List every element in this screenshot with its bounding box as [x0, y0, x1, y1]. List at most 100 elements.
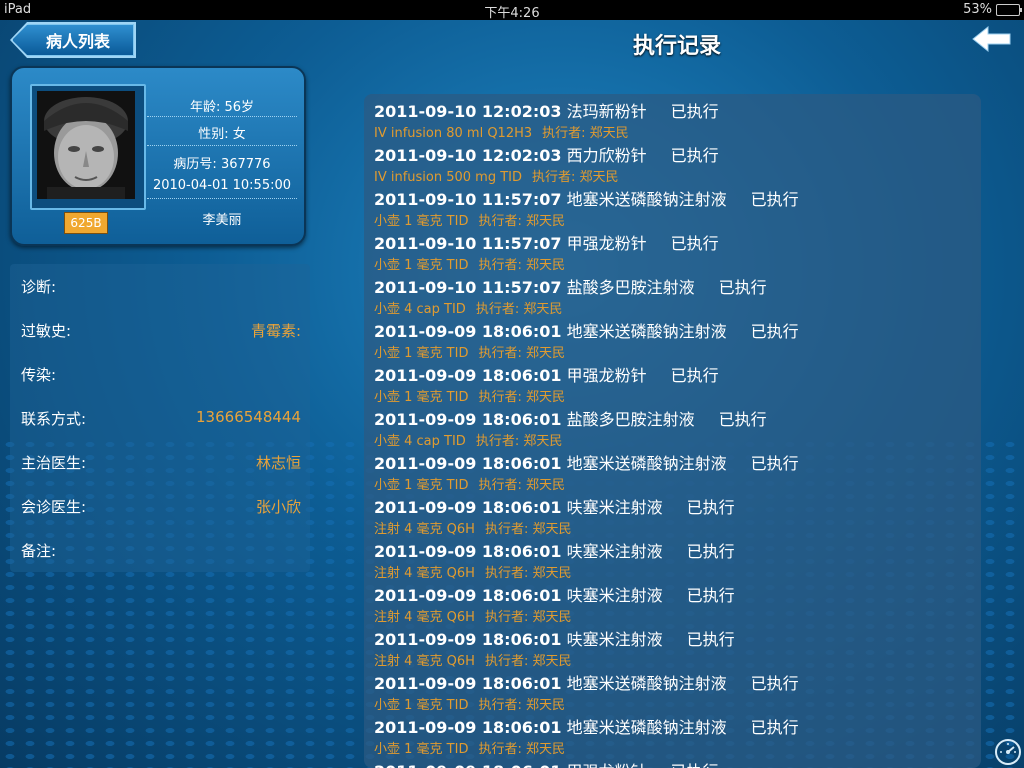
record-time: 2011-09-09 18:06:01	[374, 498, 562, 517]
record-executor: 执行者: 郑天民	[478, 390, 565, 405]
record-row[interactable]: 2011-09-10 12:02:03 西力欣粉针 已执行 IV infusion …	[374, 140, 974, 185]
record-sub-line: 注射 4 毫克 Q6H 执行者: 郑天民	[374, 606, 571, 625]
patient-card[interactable]: 625B 年龄: 56岁 性别: 女 病历号: 367776 2010-04-0…	[10, 66, 306, 246]
record-drug: 呋塞米注射液	[566, 586, 663, 605]
execution-records-list[interactable]: 2011-09-10 12:02:03 法玛新粉针 已执行 IV infusion …	[364, 94, 981, 768]
record-status: 已执行	[718, 278, 767, 297]
record-main-line: 2011-09-09 18:06:01 呋塞米注射液 已执行	[374, 494, 735, 518]
record-dosage: 小壶 1 毫克 TID	[374, 258, 469, 273]
detail-row-consulting-doctor: 会诊医生: 张小欣	[21, 484, 301, 528]
record-main-line: 2011-09-09 18:06:01 地塞米送磷酸钠注射液 已执行	[374, 670, 799, 694]
age-value: 56岁	[224, 100, 255, 115]
record-time: 2011-09-10 11:57:07	[374, 278, 562, 297]
record-status: 已执行	[750, 718, 799, 737]
record-drug: 西力欣粉针	[566, 146, 647, 165]
record-status: 已执行	[750, 674, 799, 693]
record-row[interactable]: 2011-09-09 18:06:01 呋塞米注射液 已执行 注射 4 毫克 Q6H…	[374, 536, 974, 581]
record-row[interactable]: 2011-09-09 18:06:01 盐酸多巴胺注射液 已执行 小壶 4 cap …	[374, 404, 974, 449]
record-dosage: 注射 4 毫克 Q6H	[374, 522, 475, 537]
record-dosage: 小壶 1 毫克 TID	[374, 742, 469, 757]
record-sub-line: 注射 4 毫克 Q6H 执行者: 郑天民	[374, 562, 571, 581]
patient-details-panel: 诊断: 过敏史: 青霉素: 传染: 联系方式: 13666548444 主治医生…	[10, 264, 310, 572]
record-row[interactable]: 2011-09-09 18:06:01 甲强龙粉针 已执行	[374, 756, 974, 768]
record-main-line: 2011-09-10 11:57:07 地塞米送磷酸钠注射液 已执行	[374, 186, 799, 210]
record-row[interactable]: 2011-09-09 18:06:01 呋塞米注射液 已执行注射 4 毫克 Q6H…	[374, 492, 974, 537]
detail-row-infection: 传染:	[21, 352, 301, 396]
record-row[interactable]: 2011-09-09 18:06:01 地塞米送磷酸钠注射液 已执行小壶 1 毫克…	[374, 668, 974, 713]
record-executor: 执行者: 郑天民	[484, 566, 572, 581]
detail-label: 会诊医生:	[21, 498, 87, 516]
record-sub-line: IV infusion 500 mg TID 执行者: 郑天民	[374, 166, 619, 185]
record-row[interactable]: 2011-09-09 18:06:01 甲强龙粉针 已执行 小壶 1 毫克 TID 执…	[374, 360, 974, 405]
back-arrow-icon[interactable]	[972, 26, 1012, 52]
record-row[interactable]: 2011-09-10 11:57:07 盐酸多巴胺注射液 已执行 小壶 4 cap …	[374, 272, 974, 317]
detail-value[interactable]: 13666548444	[196, 408, 301, 426]
record-sub-line: IV infusion 80 ml Q12H3 执行者: 郑天民	[374, 122, 629, 141]
gauge-icon[interactable]	[994, 738, 1022, 766]
patient-photo-frame	[30, 84, 146, 210]
record-dosage: 小壶 4 cap TID	[374, 434, 466, 449]
record-executor: 执行者: 郑天民	[532, 170, 619, 185]
record-dosage: 小壶 1 毫克 TID	[374, 478, 469, 493]
battery-indicator: 53%	[963, 2, 1022, 17]
record-status: 已执行	[670, 102, 719, 121]
record-status: 已执行	[750, 190, 799, 209]
record-time: 2011-09-10 12:02:03	[374, 102, 562, 121]
record-status: 已执行	[686, 498, 735, 517]
record-row[interactable]: 2011-09-09 18:06:01 地塞米送磷酸钠注射液 已执行小壶 1 毫克…	[374, 316, 974, 361]
detail-value: 青霉素:	[250, 322, 301, 340]
detail-row-diagnosis: 诊断:	[21, 264, 301, 308]
record-row[interactable]: 2011-09-09 18:06:01 呋塞米注射液 已执行 注射 4 毫克 Q6H…	[374, 580, 974, 625]
record-time: 2011-09-09 18:06:01	[374, 630, 562, 649]
record-dosage: 小壶 1 毫克 TID	[374, 214, 469, 229]
record-status: 已执行	[686, 542, 735, 561]
record-row[interactable]: 2011-09-10 11:57:07 甲强龙粉针 已执行 小壶 1 毫克 TID 执…	[374, 228, 974, 273]
divider	[147, 116, 297, 117]
record-row[interactable]: 2011-09-10 11:57:07 地塞米送磷酸钠注射液 已执行小壶 1 毫克…	[374, 184, 974, 229]
record-row[interactable]: 2011-09-09 18:06:01 呋塞米注射液 已执行 注射 4 毫克 Q6H…	[374, 624, 974, 669]
detail-label: 传染:	[21, 366, 57, 384]
record-drug: 地塞米送磷酸钠注射液	[566, 674, 727, 693]
record-sub-line: 小壶 1 毫克 TID 执行者: 郑天民	[374, 738, 565, 757]
record-value: 367776	[220, 157, 271, 172]
record-main-line: 2011-09-09 18:06:01 呋塞米注射液 已执行	[374, 582, 735, 606]
page-title-text: 执行记录	[632, 34, 721, 59]
record-time: 2011-09-10 12:02:03	[374, 146, 562, 165]
patient-photo	[37, 91, 135, 199]
record-main-line: 2011-09-09 18:06:01 甲强龙粉针 已执行	[374, 758, 719, 768]
record-row[interactable]: 2011-09-09 18:06:01 地塞米送磷酸钠注射液 已执行 小壶 1 毫克…	[374, 712, 974, 757]
detail-value: 林志恒	[255, 454, 301, 472]
record-dosage: 注射 4 毫克 Q6H	[374, 654, 475, 669]
record-drug: 甲强龙粉针	[566, 366, 647, 385]
record-main-line: 2011-09-09 18:06:01 地塞米送磷酸钠注射液 已执行	[374, 714, 799, 738]
record-status: 已执行	[750, 322, 799, 341]
record-main-line: 2011-09-09 18:06:01 地塞米送磷酸钠注射液 已执行	[374, 318, 799, 342]
detail-row-notes: 备注:	[21, 528, 301, 572]
record-drug: 地塞米送磷酸钠注射液	[566, 718, 727, 737]
record-main-line: 2011-09-10 11:57:07 盐酸多巴胺注射液 已执行	[374, 274, 767, 298]
record-time: 2011-09-09 18:06:01	[374, 674, 562, 693]
record-status: 已执行	[718, 410, 767, 429]
record-row[interactable]: 2011-09-09 18:06:01 地塞米送磷酸钠注射液 已执行 小壶 1 毫克…	[374, 448, 974, 493]
record-main-line: 2011-09-10 12:02:03 西力欣粉针 已执行	[374, 142, 719, 166]
record-executor: 执行者: 郑天民	[475, 434, 563, 449]
record-sub-line: 注射 4 毫克 Q6H 执行者: 郑天民	[374, 650, 571, 669]
detail-label: 主治医生:	[21, 454, 87, 472]
detail-row-allergy: 过敏史: 青霉素:	[21, 308, 301, 352]
record-row[interactable]: 2011-09-10 12:02:03 法玛新粉针 已执行 IV infusion …	[374, 96, 974, 141]
record-time: 2011-09-10 11:57:07	[374, 190, 562, 209]
record-status: 已执行	[670, 234, 719, 253]
record-executor: 执行者: 郑天民	[478, 346, 565, 361]
age-label: 年龄:	[189, 100, 221, 115]
record-drug: 地塞米送磷酸钠注射液	[566, 190, 727, 209]
record-label: 病历号:	[173, 157, 217, 172]
record-executor: 执行者: 郑天民	[484, 522, 572, 537]
page-title: 执行记录	[0, 28, 1024, 60]
record-drug: 法玛新粉针	[566, 102, 647, 121]
record-status: 已执行	[670, 366, 719, 385]
record-time: 2011-09-09 18:06:01	[374, 586, 562, 605]
record-dosage: 小壶 1 毫克 TID	[374, 698, 469, 713]
divider	[147, 145, 297, 146]
record-dosage: 小壶 1 毫克 TID	[374, 346, 469, 361]
record-drug: 盐酸多巴胺注射液	[566, 278, 695, 297]
